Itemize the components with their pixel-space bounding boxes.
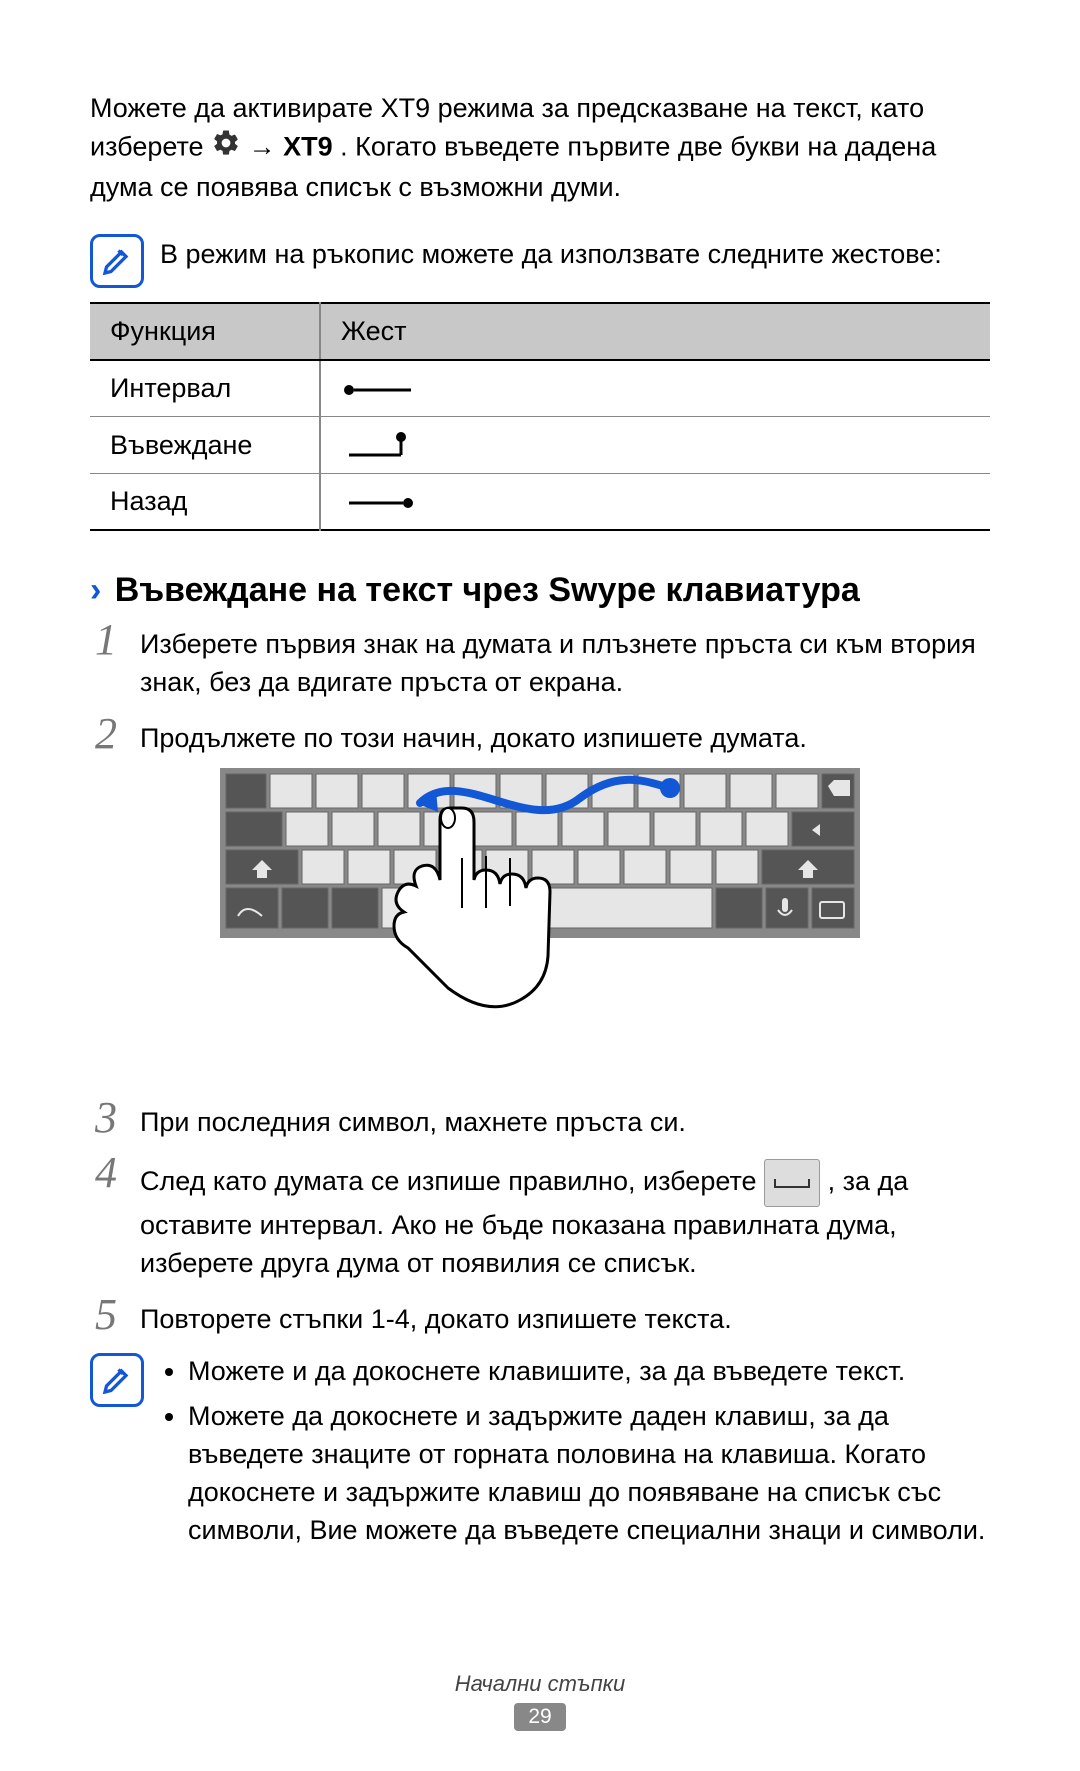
arrow-text: → — [249, 131, 284, 161]
swype-illustration-container — [90, 768, 990, 1078]
page-footer: Начални стъпки 29 — [0, 1671, 1080, 1731]
space-key-icon — [764, 1159, 820, 1207]
cell-function: Интервал — [90, 360, 320, 417]
step-5: 5 Повторете стъпки 1-4, докато изпишете … — [90, 1293, 990, 1339]
xt9-label: XT9 — [283, 131, 333, 161]
step-number: 2 — [90, 712, 122, 756]
step-number: 4 — [90, 1151, 122, 1195]
step-text: Продължете по този начин, докато изпишет… — [140, 712, 990, 758]
step-3: 3 При последния символ, махнете пръста с… — [90, 1096, 990, 1142]
step-number: 1 — [90, 618, 122, 662]
footer-section-title: Начални стъпки — [0, 1671, 1080, 1697]
step-text: Изберете първия знак на думата и плъзнет… — [140, 618, 990, 702]
cell-function: Въвеждане — [90, 417, 320, 474]
step-number: 3 — [90, 1096, 122, 1140]
intro-paragraph: Можете да активирате XT9 режима за предс… — [90, 90, 990, 206]
step-text: Повторете стъпки 1-4, докато изпишете те… — [140, 1293, 990, 1339]
gesture-space-icon — [341, 378, 421, 402]
step-text: При последния символ, махнете пръста си. — [140, 1096, 990, 1142]
gesture-back-icon — [341, 491, 421, 515]
note-icon — [90, 1353, 144, 1407]
chevron-icon: › — [90, 571, 101, 609]
step-4-text-a: След като думата се изпише правилно, изб… — [140, 1166, 764, 1196]
page-number: 29 — [514, 1703, 565, 1731]
tip-item: Можете и да докоснете клавишите, за да в… — [188, 1353, 990, 1391]
cell-gesture-back — [320, 474, 990, 531]
table-head-gesture: Жест — [320, 303, 990, 360]
step-4: 4 След като думата се изпише правилно, и… — [90, 1151, 990, 1282]
step-number: 5 — [90, 1293, 122, 1337]
gear-icon — [211, 128, 241, 169]
note-text-handwriting: В режим на ръкопис можете да използвате … — [160, 234, 942, 274]
table-head-function: Функция — [90, 303, 320, 360]
gesture-table: Функция Жест Интервал Въвеждане — [90, 302, 990, 531]
table-row: Назад — [90, 474, 990, 531]
table-row: Въвеждане — [90, 417, 990, 474]
cell-gesture-space — [320, 360, 990, 417]
note-block-handwriting: В режим на ръкопис можете да използвате … — [90, 234, 990, 288]
note-icon — [90, 234, 144, 288]
tip-item: Можете да докоснете и задържите даден кл… — [188, 1398, 990, 1549]
section-heading-swype: › Въвеждане на текст чрез Swype клавиату… — [90, 571, 990, 610]
gesture-enter-icon — [341, 431, 421, 461]
cell-gesture-enter — [320, 417, 990, 474]
tips-list: Можете и да докоснете клавишите, за да в… — [160, 1353, 990, 1558]
swype-keyboard-illustration — [220, 768, 860, 1078]
cell-function: Назад — [90, 474, 320, 531]
step-1: 1 Изберете първия знак на думата и плъзн… — [90, 618, 990, 702]
step-text: След като думата се изпише правилно, изб… — [140, 1151, 990, 1282]
step-2: 2 Продължете по този начин, докато изпиш… — [90, 712, 990, 758]
table-row: Интервал — [90, 360, 990, 417]
heading-text: Въвеждане на текст чрез Swype клавиатура — [115, 571, 860, 609]
note-block-tips: Можете и да докоснете клавишите, за да в… — [90, 1353, 990, 1558]
